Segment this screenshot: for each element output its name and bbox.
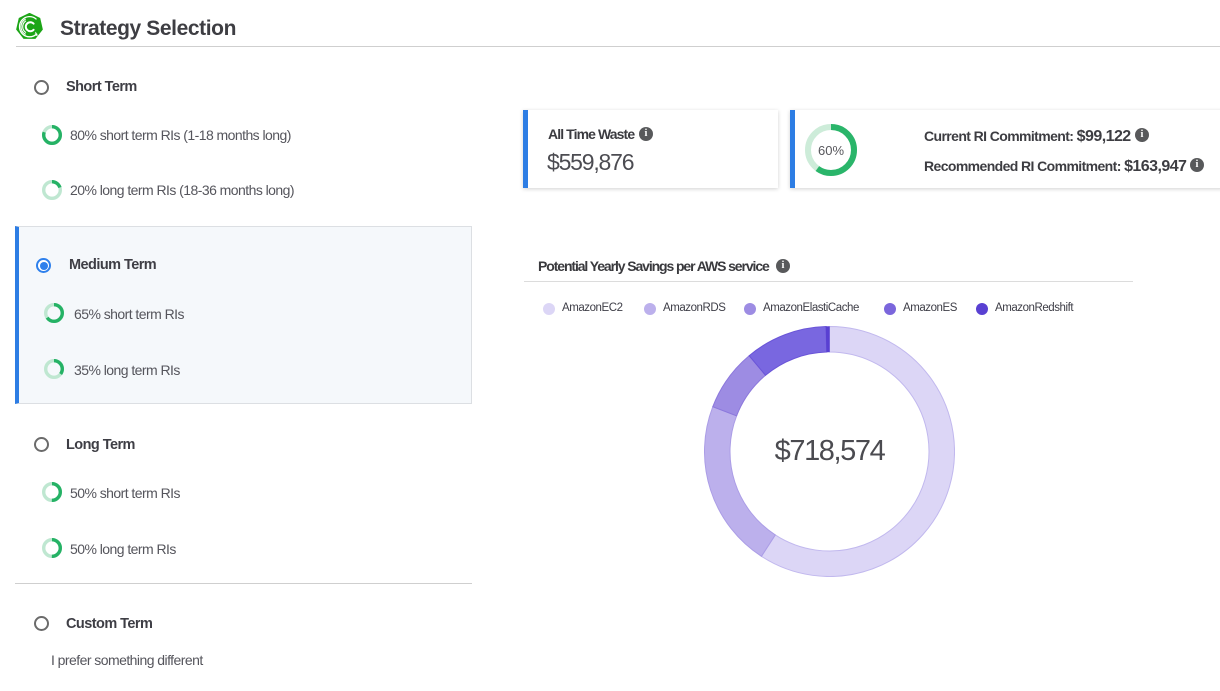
- svg-text:60%: 60%: [818, 143, 844, 158]
